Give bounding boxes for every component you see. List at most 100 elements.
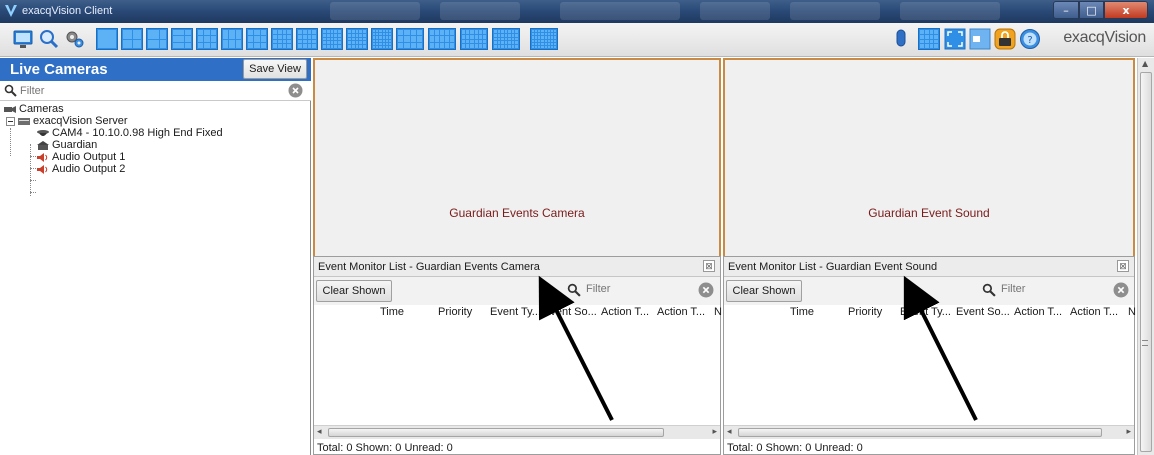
- column-header-event-type[interactable]: Event Ty...: [490, 306, 541, 318]
- save-view-button[interactable]: Save View: [243, 59, 307, 79]
- column-header-event-source[interactable]: Event So...: [956, 306, 1010, 318]
- column-header-time[interactable]: Time: [380, 306, 404, 318]
- layout-wide-3x5-icon[interactable]: [428, 28, 456, 50]
- horizontal-scrollbar[interactable]: ◂ ▸: [314, 425, 720, 439]
- tree-item-server[interactable]: exacqVision Server: [6, 116, 128, 127]
- event-filter-input[interactable]: [1001, 283, 1101, 295]
- tree-line: [10, 128, 11, 156]
- column-header-priority[interactable]: Priority: [848, 306, 882, 318]
- tree-line: [30, 156, 36, 157]
- event-monitor-title-bar: Event Monitor List - Guardian Event Soun…: [724, 257, 1134, 277]
- layout-7x7-icon[interactable]: [371, 28, 393, 50]
- video-pane-2[interactable]: Guardian Event Sound: [723, 58, 1135, 258]
- clear-filter-icon[interactable]: [1113, 282, 1129, 298]
- search-icon[interactable]: [38, 28, 60, 50]
- event-monitor-toolbar: Clear Shown: [724, 277, 1134, 305]
- filter-input[interactable]: [20, 83, 280, 98]
- clear-filter-icon[interactable]: [288, 83, 303, 98]
- panel-title: Live Cameras: [10, 61, 108, 78]
- tree-item-audio-output-2[interactable]: Audio Output 2: [37, 164, 125, 175]
- event-monitor-toolbar: Clear Shown: [314, 277, 720, 305]
- tree-item-cameras[interactable]: Cameras: [4, 104, 64, 115]
- layout-5x5-icon[interactable]: [321, 28, 343, 50]
- column-header-n[interactable]: N: [714, 306, 722, 318]
- app-logo-icon: [5, 5, 17, 17]
- taskbar-blur: [330, 2, 420, 20]
- column-header-event-type[interactable]: Event Ty...: [900, 306, 951, 318]
- tree-label: exacqVision Server: [33, 115, 128, 127]
- tree-item-camera[interactable]: CAM4 - 10.10.0.98 High End Fixed: [37, 128, 223, 139]
- taskbar-blur: [700, 2, 770, 20]
- layout-wide-4x6-icon[interactable]: [460, 28, 488, 50]
- scroll-thumb[interactable]: [328, 428, 664, 437]
- camera-filter: [0, 81, 311, 101]
- layout-wide-6x8-icon[interactable]: [530, 28, 558, 50]
- column-header-action-target[interactable]: Action T...: [1070, 306, 1118, 318]
- layout-4x4-icon[interactable]: [271, 28, 293, 50]
- main-toolbar: ? exacqVision: [0, 23, 1154, 57]
- scroll-right-icon[interactable]: ▸: [712, 427, 717, 437]
- event-filter: [979, 282, 1129, 300]
- scroll-thumb[interactable]: [1140, 72, 1152, 452]
- scroll-up-icon[interactable]: ▲: [1142, 59, 1148, 68]
- scroll-right-icon[interactable]: ▸: [1126, 427, 1131, 437]
- layout-1p5-icon[interactable]: [146, 28, 168, 50]
- pane-label: Guardian Event Sound: [868, 206, 990, 220]
- layout-1p12-icon[interactable]: [246, 28, 268, 50]
- close-button[interactable]: x: [1104, 1, 1148, 19]
- layout-wide-5x7-icon[interactable]: [492, 28, 520, 50]
- maximize-button[interactable]: □: [1079, 1, 1104, 19]
- layout-1x1-icon[interactable]: [96, 28, 118, 50]
- clear-filter-icon[interactable]: [698, 282, 714, 298]
- event-filter-input[interactable]: [586, 283, 686, 295]
- column-header-time[interactable]: Time: [790, 306, 814, 318]
- tree-item-guardian[interactable]: Guardian: [37, 140, 97, 151]
- search-icon: [567, 283, 581, 297]
- layout-6x6-icon[interactable]: [346, 28, 368, 50]
- vertical-scrollbar[interactable]: ▲: [1137, 58, 1154, 455]
- tree-item-audio-output-1[interactable]: Audio Output 1: [37, 152, 125, 163]
- close-icon[interactable]: ⊠: [703, 260, 715, 272]
- layout-1p7-icon[interactable]: [171, 28, 193, 50]
- event-table-header: Time Priority Event Ty... Event So... Ac…: [314, 305, 722, 321]
- microphone-icon[interactable]: [894, 28, 908, 50]
- scroll-left-icon[interactable]: ◂: [727, 427, 732, 437]
- speaker-icon: [37, 153, 48, 162]
- live-cameras-header: Live Cameras Save View: [0, 58, 311, 81]
- scroll-left-icon[interactable]: ◂: [317, 427, 322, 437]
- search-icon: [982, 283, 996, 297]
- clear-shown-button[interactable]: Clear Shown: [726, 280, 802, 302]
- layout-2x2-icon[interactable]: [121, 28, 143, 50]
- taskbar-blur: [560, 2, 680, 20]
- tree-label: Audio Output 1: [52, 151, 126, 163]
- video-pane-1[interactable]: Guardian Events Camera: [313, 58, 721, 258]
- layout-wide-3x4-icon[interactable]: [396, 28, 424, 50]
- minimize-button[interactable]: –: [1053, 1, 1079, 19]
- column-header-action-target[interactable]: Action T...: [657, 306, 705, 318]
- close-icon[interactable]: ⊠: [1117, 260, 1129, 272]
- column-header-priority[interactable]: Priority: [438, 306, 472, 318]
- scroll-thumb[interactable]: [738, 428, 1102, 437]
- help-icon[interactable]: ?: [1019, 28, 1041, 50]
- layout-2p8-icon[interactable]: [221, 28, 243, 50]
- speaker-icon: [37, 165, 48, 174]
- layout-3x3-icon[interactable]: [196, 28, 218, 50]
- layout-4x4b-icon[interactable]: [296, 28, 318, 50]
- sequence-icon[interactable]: [969, 28, 991, 50]
- column-header-action-type[interactable]: Action T...: [1014, 306, 1062, 318]
- collapse-icon[interactable]: [6, 117, 15, 126]
- fullscreen-icon[interactable]: [944, 28, 966, 50]
- clear-shown-button[interactable]: Clear Shown: [316, 280, 392, 302]
- column-header-n[interactable]: N: [1128, 306, 1136, 318]
- horizontal-scrollbar[interactable]: ◂ ▸: [724, 425, 1134, 439]
- tree-line: [30, 192, 36, 193]
- live-view-icon[interactable]: [12, 28, 34, 50]
- lock-icon[interactable]: [994, 28, 1016, 50]
- event-status: Total: 0 Shown: 0 Unread: 0: [727, 442, 863, 454]
- event-monitor-title: Event Monitor List - Guardian Event Soun…: [728, 261, 938, 273]
- svg-text:?: ?: [1027, 35, 1032, 46]
- config-icon[interactable]: [64, 28, 86, 50]
- matrix-icon[interactable]: [918, 28, 940, 50]
- column-header-event-source[interactable]: Event So...: [543, 306, 597, 318]
- column-header-action-type[interactable]: Action T...: [601, 306, 649, 318]
